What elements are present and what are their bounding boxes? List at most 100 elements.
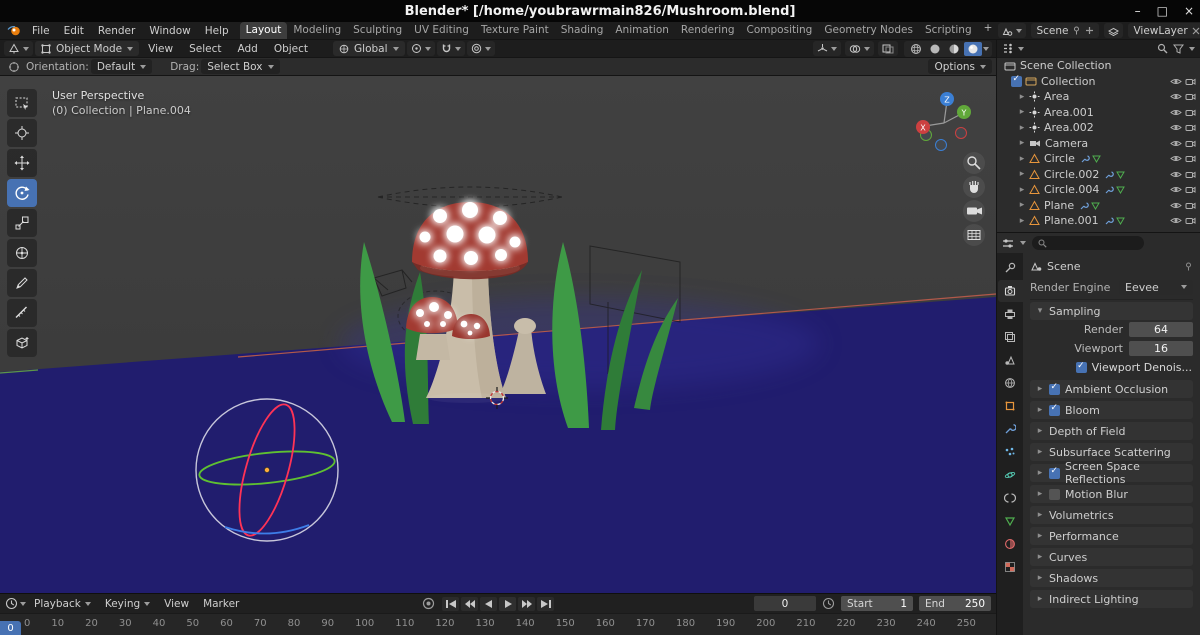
expand-icon[interactable]: ▸ [1018, 169, 1026, 179]
shading-rendered-button[interactable] [964, 41, 982, 56]
outliner-editor-icon[interactable] [1002, 43, 1014, 54]
expand-icon[interactable]: ▸ [1018, 107, 1026, 117]
properties-section-header[interactable]: ▸ Performance [1030, 527, 1193, 545]
outliner-object-row[interactable]: ▸ Circle.004 [997, 182, 1200, 198]
add-workspace-button[interactable]: + [978, 22, 999, 39]
timeline-menu-item[interactable]: Marker [197, 598, 245, 610]
outliner-root-row[interactable]: Scene Collection [997, 58, 1200, 74]
viewlayer-selector[interactable]: ViewLayer [1128, 23, 1200, 38]
3d-viewport[interactable]: Z Y X User Perspective (0) Collection | … [0, 76, 996, 593]
clock-icon[interactable] [822, 597, 835, 610]
shading-solid-button[interactable] [926, 42, 944, 56]
play-reverse-button[interactable] [480, 596, 497, 611]
perspective-toggle-button[interactable] [963, 224, 985, 246]
scene-selector[interactable]: Scene [1031, 23, 1100, 38]
close-button[interactable]: × [1184, 4, 1194, 18]
previous-keyframe-button[interactable] [461, 596, 478, 611]
options-dropdown[interactable]: Options [928, 59, 992, 74]
shading-wireframe-button[interactable] [907, 42, 925, 56]
hide-eye-toggle[interactable] [1170, 170, 1182, 179]
tab-world[interactable] [998, 372, 1023, 394]
properties-section-header[interactable]: ▸ Bloom [1030, 401, 1193, 419]
axis-neg-x[interactable] [955, 127, 967, 139]
viewport-menu-item[interactable]: Select [182, 43, 228, 55]
expand-icon[interactable]: ▸ [1018, 138, 1026, 148]
workspace-tab[interactable]: Animation [609, 22, 675, 39]
render-samples-field[interactable]: 64 [1129, 322, 1193, 337]
pan-button[interactable] [963, 176, 985, 198]
render-engine-dropdown[interactable]: Eevee [1119, 279, 1193, 295]
expand-icon[interactable]: ▸ [1018, 185, 1026, 195]
camera-view-button[interactable] [963, 200, 985, 222]
render-visibility-toggle[interactable] [1185, 201, 1196, 210]
viewport-menu-item[interactable]: View [141, 43, 180, 55]
tab-view-layer[interactable] [998, 326, 1023, 348]
properties-section-header[interactable]: ▸ Volumetrics [1030, 506, 1193, 524]
tool-select-box[interactable] [7, 89, 37, 117]
outliner-collection-row[interactable]: Collection [997, 74, 1200, 90]
end-frame-field[interactable]: End 250 [919, 596, 991, 611]
breadcrumb-scene[interactable]: Scene [1047, 260, 1081, 273]
workspace-tab[interactable]: Scripting [919, 22, 978, 39]
shading-material-button[interactable] [945, 42, 963, 56]
mode-dropdown[interactable]: Object Mode [35, 41, 140, 56]
outliner-object-row[interactable]: ▸ Area [997, 89, 1200, 105]
properties-search-input[interactable] [1032, 236, 1144, 250]
start-frame-field[interactable]: Start 1 [841, 596, 913, 611]
collection-checkbox[interactable] [1011, 74, 1022, 87]
hide-eye-toggle[interactable] [1170, 216, 1182, 225]
next-keyframe-button[interactable] [518, 596, 535, 611]
menubar-menu-item[interactable]: Window [142, 25, 197, 37]
render-visibility-toggle[interactable] [1185, 216, 1196, 225]
outliner-object-row[interactable]: ▸ Area.001 [997, 105, 1200, 121]
tab-object-data[interactable] [998, 510, 1023, 532]
tab-physics[interactable] [998, 464, 1023, 486]
tab-material[interactable] [998, 533, 1023, 555]
viewport-menu-item[interactable]: Add [230, 43, 264, 55]
workspace-tab[interactable]: Geometry Nodes [818, 22, 919, 39]
browse-viewlayer-button[interactable] [1104, 23, 1124, 38]
axis-neg-z[interactable] [935, 139, 947, 151]
tool-rotate[interactable] [7, 179, 37, 207]
properties-section-header[interactable]: ▸ Ambient Occlusion [1030, 380, 1193, 398]
hide-eye-toggle[interactable] [1170, 108, 1182, 117]
hide-eye-toggle[interactable] [1170, 139, 1182, 148]
render-visibility-toggle[interactable] [1185, 92, 1196, 101]
drag-dropdown[interactable]: Select Box [201, 59, 280, 74]
tab-modifiers[interactable] [998, 418, 1023, 440]
render-visibility-toggle[interactable] [1185, 108, 1196, 117]
tool-transform[interactable] [7, 239, 37, 267]
close-viewlayer-icon[interactable] [1192, 27, 1200, 35]
tab-scene[interactable] [998, 349, 1023, 371]
maximize-button[interactable]: □ [1157, 4, 1168, 18]
menubar-menu-item[interactable]: Help [198, 25, 236, 37]
section-checkbox[interactable] [1049, 488, 1060, 500]
properties-section-header[interactable]: ▸ Depth of Field [1030, 422, 1193, 440]
expand-icon[interactable]: ▸ [1018, 216, 1026, 226]
tool-cursor[interactable] [7, 119, 37, 147]
zoom-button[interactable] [963, 152, 985, 174]
tab-render[interactable] [997, 280, 1023, 302]
render-visibility-toggle[interactable] [1185, 139, 1196, 148]
pivot-point-dropdown[interactable] [406, 41, 435, 56]
play-button[interactable] [499, 596, 516, 611]
auto-keying-toggle[interactable] [422, 597, 435, 610]
workspace-tab[interactable]: UV Editing [408, 22, 475, 39]
denoise-checkbox[interactable] [1075, 361, 1087, 373]
section-checkbox[interactable] [1049, 382, 1060, 395]
timeline-ruler[interactable]: 0 10 20 30 40 50 60 70 80 90 100 110 120 130 140 150 160… [0, 613, 996, 635]
hide-eye-toggle[interactable] [1170, 201, 1182, 210]
workspace-tab[interactable]: Rendering [675, 22, 741, 39]
jump-to-end-button[interactable] [537, 596, 554, 611]
outliner-object-row[interactable]: ▸ Plane.001 [997, 213, 1200, 229]
workspace-tab[interactable]: Sculpting [347, 22, 408, 39]
overlays-dropdown[interactable] [845, 41, 874, 56]
hide-eye-toggle[interactable] [1170, 77, 1182, 86]
pin-scene-icon[interactable] [1072, 26, 1081, 35]
section-checkbox[interactable] [1049, 403, 1060, 416]
menubar-menu-item[interactable]: File [25, 25, 57, 37]
tool-measure[interactable] [7, 299, 37, 327]
timeline-menu-item[interactable]: View [158, 598, 195, 610]
hide-eye-toggle[interactable] [1170, 92, 1182, 101]
workspace-tab[interactable]: Compositing [741, 22, 819, 39]
